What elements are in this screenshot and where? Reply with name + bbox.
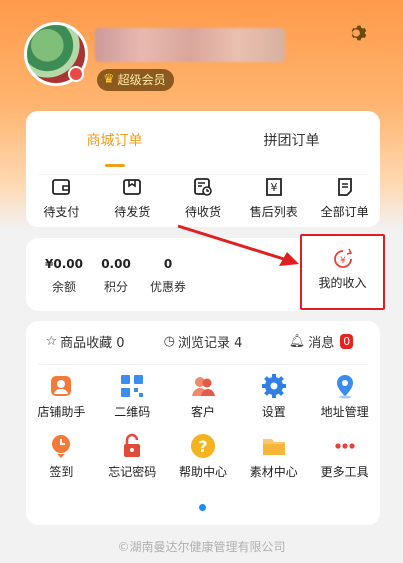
tool-label: 店铺助手	[37, 405, 86, 419]
tool-label: 设置	[261, 405, 286, 419]
bell-icon: 🔔︎	[288, 333, 306, 349]
history-link[interactable]: ◷ 浏览记录 4	[144, 331, 262, 351]
favorites-link[interactable]: ☆ 商品收藏 0	[26, 331, 144, 351]
points-stat[interactable]: 0.00 积分	[90, 256, 142, 295]
yen-refund-icon: ¥	[265, 178, 282, 196]
tools-grid: 店铺助手 二维码 客户 设置 地址管理 签到 忘记密码 ? 帮助中心 素材中心 …	[26, 373, 380, 485]
tools-top-row: ☆ 商品收藏 0 ◷ 浏览记录 4 🔔︎ 消息 0	[26, 331, 380, 351]
crown-icon: ♛	[103, 72, 115, 87]
gear-icon	[261, 374, 286, 398]
message-count-badge: 0	[340, 333, 354, 349]
order-all[interactable]: 全部订单	[309, 175, 380, 220]
help-icon: ?	[190, 434, 215, 458]
tool-label: 二维码	[114, 405, 151, 419]
annotation-arrow	[177, 224, 299, 266]
order-pending-payment[interactable]: 待支付	[26, 175, 97, 220]
balance-stat[interactable]: ¥0.00 余额	[38, 256, 90, 295]
more-icon	[334, 443, 355, 449]
tool-settings[interactable]: 设置	[238, 373, 309, 425]
tool-materials[interactable]: 素材中心	[238, 433, 309, 485]
shop-assistant-icon	[51, 376, 72, 396]
income-icon: ¥	[333, 248, 352, 268]
page-indicator-dot[interactable]	[199, 504, 206, 511]
svg-text:?: ?	[198, 437, 207, 456]
order-item-label: 待发货	[114, 205, 151, 219]
divider	[38, 364, 368, 365]
order-item-label: 待支付	[43, 205, 80, 219]
lock-icon	[124, 433, 141, 457]
tool-label: 客户	[190, 405, 215, 419]
tool-address[interactable]: 地址管理	[309, 373, 380, 425]
svg-text:¥: ¥	[340, 256, 346, 266]
order-item-label: 全部订单	[320, 205, 369, 219]
tab-group-orders[interactable]: 拼团订单	[203, 111, 380, 163]
order-pending-receipt[interactable]: 待收货	[168, 175, 239, 220]
history-label: 浏览记录 4	[177, 335, 243, 351]
order-pending-shipment[interactable]: 待发货	[97, 175, 168, 220]
balance-value: ¥0.00	[45, 257, 83, 271]
username-redacted	[95, 28, 285, 62]
order-tabs: 商城订单 拼团订单	[26, 111, 380, 167]
customers-icon	[191, 377, 215, 396]
points-label: 积分	[103, 280, 128, 294]
location-icon	[336, 375, 353, 399]
tool-shop-assistant[interactable]: 店铺助手	[26, 373, 97, 425]
tool-checkin[interactable]: 签到	[26, 433, 97, 485]
svg-text:¥: ¥	[270, 181, 277, 194]
tool-help[interactable]: ? 帮助中心	[168, 433, 239, 485]
qrcode-icon	[121, 375, 144, 397]
tool-qrcode[interactable]: 二维码	[97, 373, 168, 425]
tool-forgot-password[interactable]: 忘记密码	[97, 433, 168, 485]
avatar-badge	[68, 66, 84, 82]
star-icon: ☆	[45, 333, 58, 349]
clock-icon: ◷	[163, 333, 175, 349]
tool-customers[interactable]: 客户	[168, 373, 239, 425]
tab-mall-orders[interactable]: 商城订单	[26, 111, 203, 167]
vip-badge: ♛ 超级会员	[97, 69, 174, 91]
tool-label: 更多工具	[320, 465, 369, 479]
list-icon	[337, 178, 352, 196]
wallet-stats: ¥0.00 余额 0.00 积分 0 优惠券	[38, 256, 194, 295]
tool-label: 地址管理	[320, 405, 369, 419]
truck-icon	[194, 178, 212, 196]
order-after-sales[interactable]: ¥ 售后列表	[238, 175, 309, 220]
box-icon	[123, 179, 142, 195]
tool-label: 素材中心	[249, 465, 298, 479]
tool-label: 签到	[49, 465, 74, 479]
folder-icon	[262, 439, 285, 455]
tool-more[interactable]: 更多工具	[309, 433, 380, 485]
coupons-label: 优惠券	[149, 280, 186, 294]
tool-label: 忘记密码	[108, 465, 157, 479]
order-item-label: 待收货	[184, 205, 221, 219]
my-income-label: 我的收入	[318, 276, 367, 290]
gear-icon[interactable]	[347, 22, 371, 46]
orders-card: 商城订单 拼团订单 待支付 待发货 待收货 ¥ 售后列表 全部订单	[26, 111, 380, 227]
wallet-icon	[52, 179, 71, 195]
vip-label: 超级会员	[117, 73, 166, 87]
balance-label: 余额	[51, 280, 76, 294]
order-status-row: 待支付 待发货 待收货 ¥ 售后列表 全部订单	[26, 175, 380, 220]
favorites-label: 商品收藏 0	[60, 335, 125, 351]
checkin-icon	[52, 435, 71, 458]
points-value: 0.00	[101, 257, 131, 271]
copyright-footer: ©湖南曼达尔健康管理有限公司	[117, 540, 286, 554]
messages-label: 消息	[308, 335, 335, 351]
messages-link[interactable]: 🔔︎ 消息 0	[262, 331, 380, 351]
order-item-label: 售后列表	[249, 205, 298, 219]
tool-label: 帮助中心	[178, 465, 227, 479]
my-income-button[interactable]: ¥ 我的收入	[300, 234, 385, 310]
tools-card: ☆ 商品收藏 0 ◷ 浏览记录 4 🔔︎ 消息 0 店铺助手 二维码 客户 设置	[26, 321, 380, 525]
